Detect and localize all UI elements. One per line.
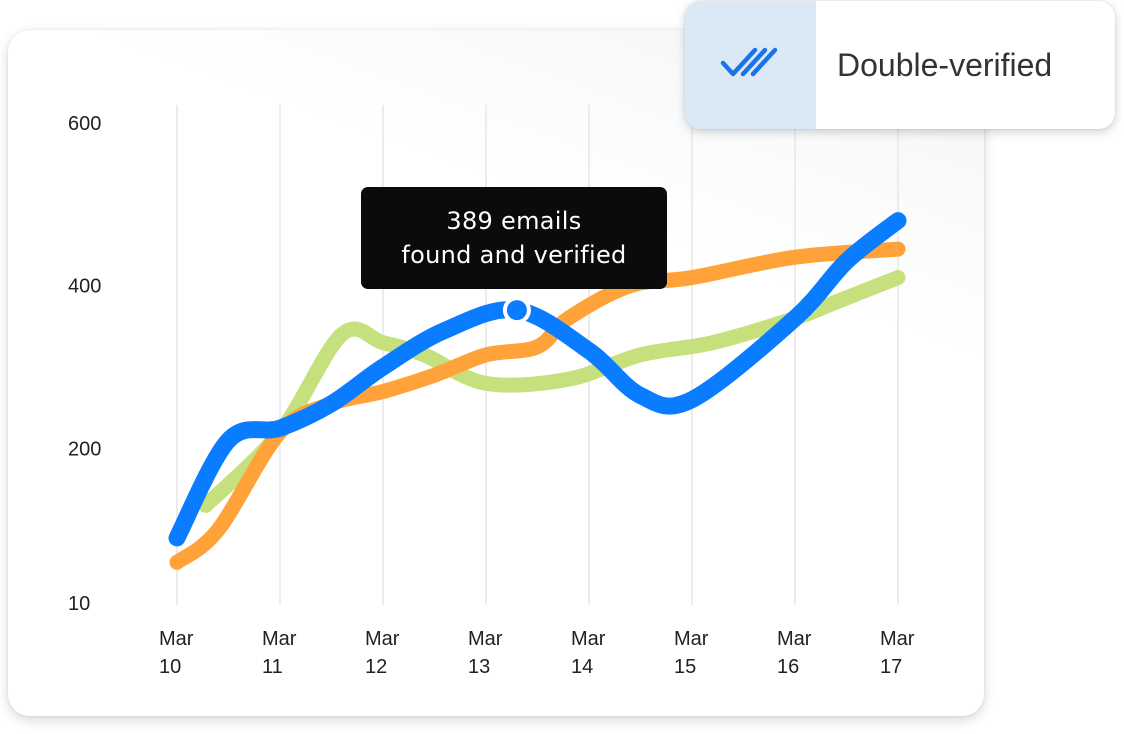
x-tick-label: Mar 16 [777,628,812,678]
tooltip-line-2: found and verified [401,241,627,269]
double-check-icon [719,43,783,88]
x-tick-month: Mar [674,628,709,650]
x-tick-month: Mar [365,628,400,650]
x-axis-ticks: Mar 10 Mar 11 Mar 12 Mar 13 Mar 14 Mar 15 Mar 16 Mar 17 [159,628,915,678]
badge-icon-container [685,1,816,129]
x-tick-day: 14 [571,656,593,678]
x-tick-month: Mar [468,628,503,650]
x-tick-month: Mar [777,628,812,650]
y-tick-label: 200 [68,438,101,460]
badge-label: Double-verified [837,47,1053,83]
series-line-orange [169,241,906,570]
tooltip-line-1: 389 emails [446,207,582,235]
x-tick-month: Mar [571,628,606,650]
x-tick-month: Mar [880,628,915,650]
highlight-marker [502,296,531,325]
x-tick-label: Mar 11 [262,628,297,678]
x-tick-label: Mar 13 [468,628,503,678]
x-tick-label: Mar 10 [159,628,194,678]
y-tick-label: 400 [68,276,101,298]
x-tick-day: 15 [674,656,696,678]
y-axis-ticks: 10 200 400 600 [68,113,101,615]
highlight-point [506,300,527,321]
x-tick-day: 16 [777,656,799,678]
x-tick-day: 10 [159,656,181,678]
x-tick-label: Mar 15 [674,628,709,678]
x-tick-month: Mar [262,628,297,650]
x-tick-day: 12 [365,656,387,678]
double-verified-badge: Double-verified [685,1,1115,129]
x-tick-label: Mar 14 [571,628,606,678]
y-tick-label: 600 [68,113,101,135]
x-tick-day: 11 [262,656,283,678]
x-tick-label: Mar 12 [365,628,400,678]
x-tick-label: Mar 17 [880,628,915,678]
data-tooltip: 389 emails found and verified [361,187,667,289]
grid-lines [176,105,899,605]
x-tick-day: 13 [468,656,490,678]
y-tick-label: 10 [68,593,90,615]
x-tick-day: 17 [880,656,902,678]
x-tick-month: Mar [159,628,194,650]
